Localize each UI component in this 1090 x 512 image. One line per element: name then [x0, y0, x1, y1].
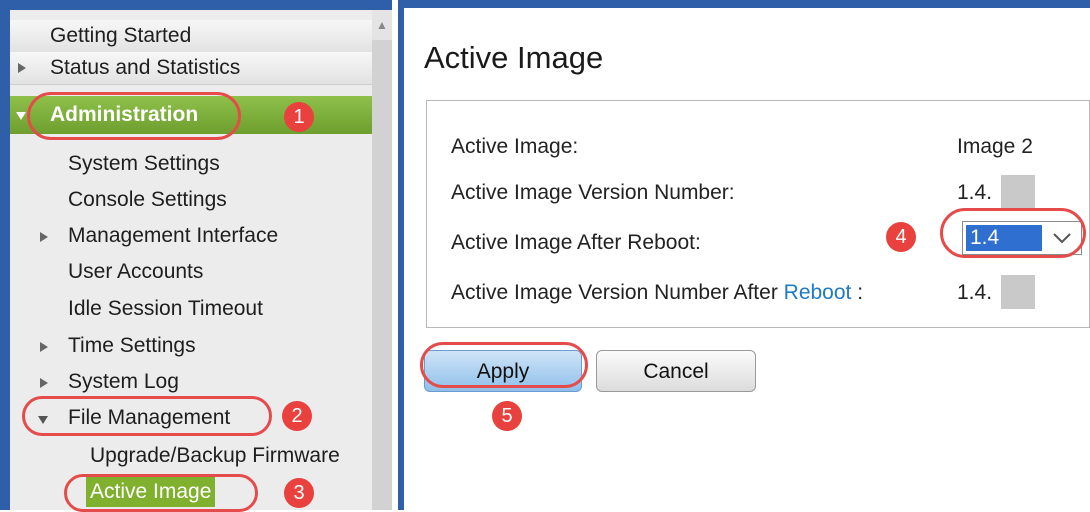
annotation-badge-3: 3 — [284, 478, 314, 508]
sidebar-item-idle-session-timeout[interactable]: Idle Session Timeout — [10, 293, 372, 325]
annotation-badge-2: 2 — [282, 401, 312, 431]
annotation-badge-1: 1 — [284, 102, 314, 132]
sidebar-item-label: Status and Statistics — [50, 56, 241, 79]
collapse-arrow-icon — [38, 416, 48, 424]
sidebar-item-label: Administration — [50, 103, 199, 126]
active-image-version-value: 1.4. — [957, 181, 993, 204]
redacted-block — [1001, 275, 1035, 309]
scroll-up-arrow-icon[interactable]: ▲ — [372, 10, 392, 40]
sidebar-item-getting-started[interactable]: Getting Started — [10, 20, 372, 53]
redacted-block — [1001, 175, 1035, 209]
sidebar-item-file-management[interactable]: File Management — [10, 402, 372, 434]
sidebar-item-console-settings[interactable]: Console Settings — [10, 184, 372, 216]
sidebar-item-time-settings[interactable]: Time Settings — [10, 330, 372, 362]
apply-button[interactable]: Apply — [424, 350, 582, 392]
sidebar-item-label: Getting Started — [50, 24, 192, 47]
sidebar: Getting Started Status and Statistics Ad… — [0, 0, 392, 510]
sidebar-item-active-image[interactable]: Active Image — [10, 476, 372, 508]
sidebar-item-administration[interactable]: Administration — [10, 96, 372, 134]
annotation-badge-5: 5 — [492, 401, 522, 431]
nav-panel: Getting Started Status and Statistics Ad… — [10, 10, 372, 510]
cancel-button[interactable]: Cancel — [596, 350, 756, 392]
sidebar-item-label: Idle Session Timeout — [68, 297, 263, 320]
sidebar-item-label: System Settings — [68, 152, 220, 175]
expand-arrow-icon — [40, 342, 48, 352]
version-after-reboot-value: 1.4. — [957, 281, 993, 304]
sidebar-scrollbar[interactable]: ▲ — [372, 10, 392, 510]
active-image-label: Active Image: — [451, 135, 579, 158]
version-after-reboot-suffix: : — [851, 281, 864, 304]
page-title: Active Image — [424, 40, 604, 75]
sidebar-item-label: User Accounts — [68, 260, 204, 283]
sidebar-item-label: System Log — [68, 370, 179, 393]
sidebar-item-label: Management Interface — [68, 224, 279, 247]
main-content: Active Image Active Image: Image 2 Activ… — [404, 0, 1090, 510]
expand-arrow-icon — [40, 378, 48, 388]
sidebar-item-management-interface[interactable]: Management Interface — [10, 220, 372, 252]
sidebar-item-system-settings[interactable]: System Settings — [10, 148, 372, 180]
sidebar-item-label: Time Settings — [68, 334, 196, 357]
annotation-badge-4: 4 — [886, 222, 916, 252]
version-after-reboot-prefix: Active Image Version Number After — [451, 281, 784, 304]
sidebar-item-user-accounts[interactable]: User Accounts — [10, 256, 372, 288]
collapse-arrow-icon — [16, 112, 26, 120]
sidebar-item-label: Console Settings — [68, 188, 227, 211]
active-image-version-label: Active Image Version Number: — [451, 181, 735, 204]
reboot-link[interactable]: Reboot — [784, 281, 852, 304]
expand-arrow-icon — [18, 63, 26, 73]
chevron-down-icon — [1053, 233, 1071, 244]
active-image-value: Image 2 — [957, 135, 1033, 158]
selected-option: 1.4 — [966, 225, 1042, 251]
active-image-after-reboot-select[interactable]: 1.4 — [962, 221, 1082, 255]
sidebar-item-label: File Management — [68, 406, 231, 429]
sidebar-item-label: Upgrade/Backup Firmware — [90, 444, 340, 467]
expand-arrow-icon — [40, 232, 48, 242]
sidebar-item-status-and-statistics[interactable]: Status and Statistics — [10, 52, 372, 85]
active-image-panel: Active Image: Image 2 Active Image Versi… — [426, 100, 1090, 328]
sidebar-item-system-log[interactable]: System Log — [10, 366, 372, 398]
active-image-after-reboot-label: Active Image After Reboot: — [451, 231, 701, 254]
version-after-reboot-label: Active Image Version Number After Reboot… — [451, 281, 863, 305]
sidebar-item-label: Active Image — [86, 477, 216, 507]
sidebar-item-upgrade-backup-firmware[interactable]: Upgrade/Backup Firmware — [10, 440, 372, 472]
